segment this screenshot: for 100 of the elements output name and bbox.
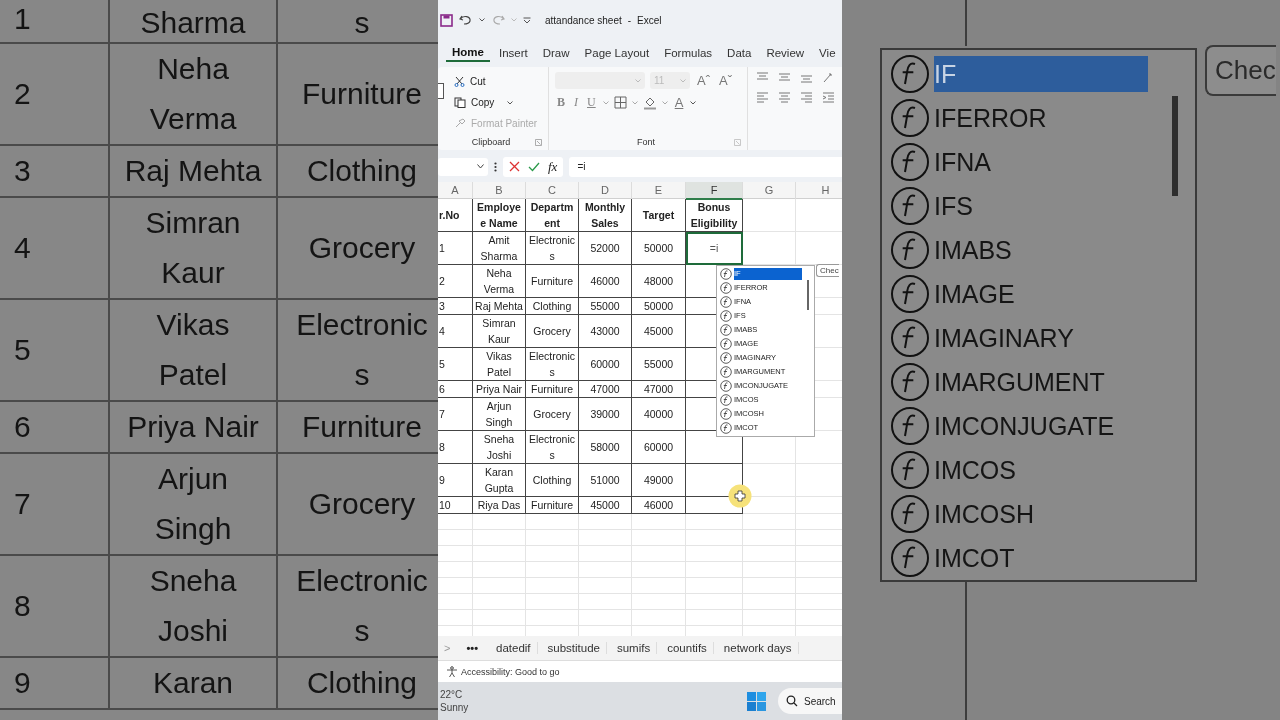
group-label: Font	[637, 137, 655, 147]
column-header[interactable]: B	[473, 182, 526, 200]
table-cell: Furniture	[526, 497, 579, 514]
table-cell: Departm ent	[526, 199, 579, 232]
group-label: Clipboard	[471, 137, 511, 147]
column-header[interactable]: G	[743, 182, 796, 200]
table-cell: r.No	[438, 199, 473, 232]
ribbon-tab[interactable]: Page Layout	[578, 44, 656, 61]
sheet-tab[interactable]: sumifs	[610, 642, 658, 654]
department-name: Electronic s	[296, 563, 428, 649]
table-cell: Electronic s	[526, 232, 579, 265]
function-suggestion[interactable]: IFERROR	[882, 96, 1195, 140]
table-cell: 39000	[579, 398, 632, 431]
table-cell: 45000	[579, 497, 632, 514]
table-cell: Grocery	[526, 315, 579, 348]
ribbon-tab[interactable]: Vie	[813, 44, 842, 61]
table-cell: Amit Sharma	[473, 232, 526, 265]
table-cell: 9	[438, 464, 473, 497]
shrink-font-button[interactable]: Aˇ	[717, 73, 734, 88]
table-cell: 47000	[632, 381, 686, 398]
function-suggestion[interactable]: IMCONJUGATE	[882, 404, 1195, 448]
table-cell: Arjun Singh	[473, 398, 526, 431]
cut-button[interactable]: Cut	[452, 72, 548, 91]
function-suggestion[interactable]: IMCOS	[882, 448, 1195, 492]
table-cell: Simran Kaur	[473, 315, 526, 348]
table-cell: 60000	[632, 431, 686, 464]
function-suggestion[interactable]: IMCOT	[882, 536, 1195, 580]
window-title: attandance sheet	[545, 14, 622, 26]
sheet-tab[interactable]: countifs	[661, 642, 714, 654]
table-cell: 7	[438, 398, 473, 431]
table-cell: 40000	[632, 398, 686, 431]
sheet-tab[interactable]: datedif	[490, 642, 538, 654]
table-cell: Karan Gupta	[473, 464, 526, 497]
table-cell: Furniture	[526, 381, 579, 398]
table-cell: 50000	[632, 232, 686, 265]
function-suggestion[interactable]: IFNA	[882, 140, 1195, 184]
title-separator: -	[627, 14, 632, 26]
ribbon-tab[interactable]: Review	[760, 44, 811, 61]
column-header[interactable]: D	[579, 182, 632, 200]
table-cell: 50000	[632, 298, 686, 315]
department-name: Electronic s	[296, 307, 428, 393]
row-number: 9	[14, 665, 31, 701]
employee-name: Priya Nair	[127, 409, 259, 445]
function-suggestion[interactable]: IMCOSH	[882, 492, 1195, 536]
sheet-tab[interactable]: substitude	[541, 642, 607, 654]
sheet-tab[interactable]: network days	[717, 642, 799, 654]
copy-button[interactable]: Copy	[452, 93, 548, 112]
table-cell: 51000	[579, 464, 632, 497]
tooltip: Chec	[816, 264, 839, 277]
function-suggestion[interactable]: IMABS	[882, 228, 1195, 272]
column-header[interactable]: A	[438, 182, 473, 200]
row-number: 2	[14, 76, 31, 112]
table-cell: 2	[438, 265, 473, 298]
table-cell: 52000	[579, 232, 632, 265]
font-style-button[interactable]: U	[585, 95, 598, 110]
table-cell: 60000	[579, 348, 632, 381]
formula-field[interactable]: =i	[569, 156, 842, 177]
tooltip: Chec	[1205, 45, 1276, 96]
table-cell: 1	[438, 232, 473, 265]
table-cell: Employe e Name	[473, 199, 526, 232]
column-header[interactable]: F	[686, 182, 743, 200]
function-suggestion[interactable]: IMAGINARY	[882, 316, 1195, 360]
table-cell: Vikas Patel	[473, 348, 526, 381]
table-cell: Priya Nair	[473, 381, 526, 398]
function-suggestion[interactable]: IMAGE	[882, 272, 1195, 316]
table-cell: 43000	[579, 315, 632, 348]
ribbon-tab[interactable]: Formulas	[658, 44, 719, 61]
insert-function-button[interactable]: fx	[548, 158, 558, 175]
search-field[interactable]: Search	[778, 688, 842, 714]
department-name: Clothing	[306, 153, 418, 189]
app-name: Excel	[637, 14, 662, 26]
table-cell: Neha Verma	[473, 265, 526, 298]
employee-name: Sneha Joshi	[149, 563, 237, 649]
font-style-button[interactable]: I	[572, 95, 580, 110]
column-header[interactable]: C	[526, 182, 579, 200]
ribbon-tab[interactable]: Home	[446, 43, 490, 62]
ribbon-tab[interactable]: Draw	[536, 44, 576, 61]
function-suggestion[interactable]: IMARGUMENT	[882, 360, 1195, 404]
table-cell: 8	[438, 431, 473, 464]
department-name: s	[354, 5, 370, 41]
active-cell[interactable]: =i	[686, 232, 743, 265]
table-cell: 55000	[579, 298, 632, 315]
function-suggestion[interactable]: IFS	[882, 184, 1195, 228]
department-name: Grocery	[308, 486, 416, 522]
row-number: 5	[14, 332, 31, 368]
ribbon-tab[interactable]: Data	[721, 44, 758, 61]
temperature[interactable]: 22°C	[440, 688, 747, 701]
accessibility-status[interactable]: Accessibility: Good to go	[461, 666, 560, 677]
font-color-button[interactable]: A	[672, 95, 686, 110]
weather-condition[interactable]: Sunny	[440, 701, 747, 714]
table-cell: 49000	[632, 464, 686, 497]
table-cell: Electronic s	[526, 348, 579, 381]
employee-name: Sharma	[140, 5, 246, 41]
table-cell: Monthly Sales	[579, 199, 632, 232]
table-cell: Clothing	[526, 298, 579, 315]
table-cell: 10	[438, 497, 473, 514]
more-sheets-button[interactable]: •••	[466, 642, 478, 654]
grow-font-button[interactable]: Aˆ	[695, 73, 712, 88]
ribbon-tab[interactable]: Insert	[492, 44, 534, 61]
employee-name: Simran Kaur	[145, 205, 241, 291]
